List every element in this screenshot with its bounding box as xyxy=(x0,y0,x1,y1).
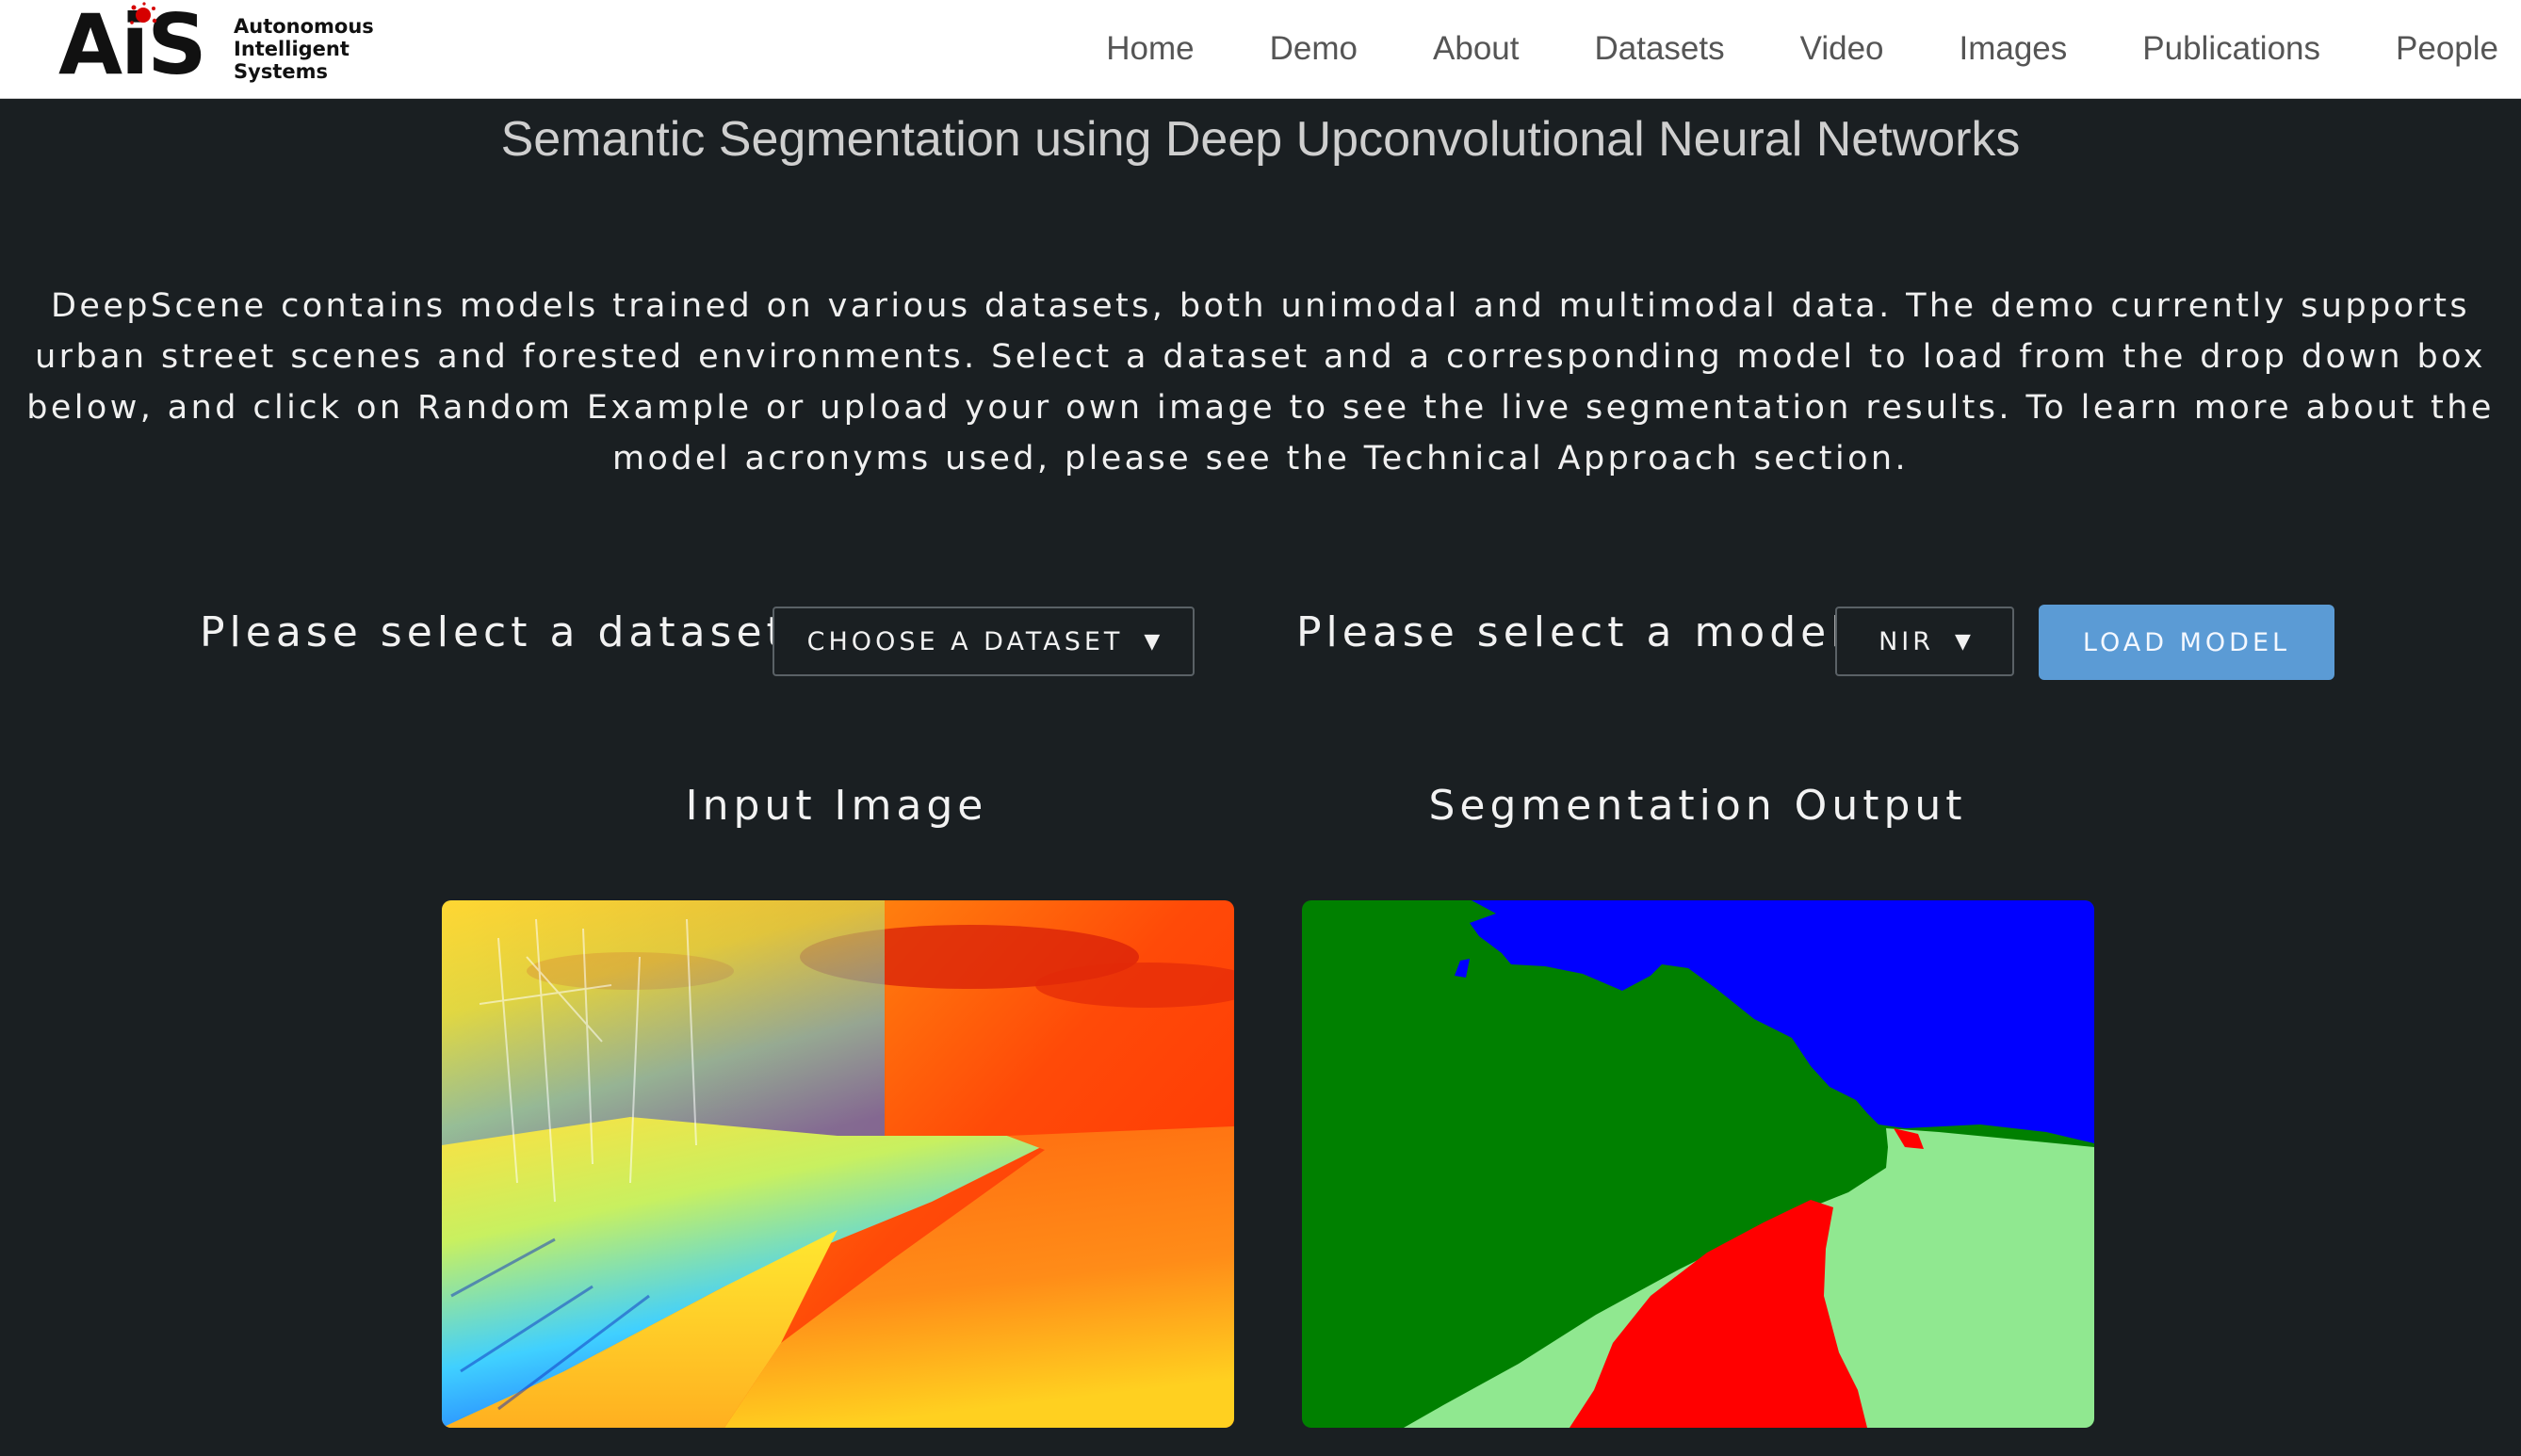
model-label: Please select a model: xyxy=(1296,608,1866,656)
segmentation-output-image xyxy=(1302,900,2094,1428)
logo-line: Systems xyxy=(234,60,328,83)
caret-down-icon: ▼ xyxy=(1955,629,1971,654)
logo-line: Intelligent xyxy=(234,38,350,60)
nav-people[interactable]: People xyxy=(2396,30,2498,68)
dataset-dropdown[interactable]: CHOOSE A DATASET ▼ xyxy=(773,607,1195,676)
nav-images[interactable]: Images xyxy=(1960,30,2068,68)
segmentation-output-title: Segmentation Output xyxy=(1428,782,1967,830)
input-image xyxy=(442,900,1234,1428)
dataset-label: Please select a dataset: xyxy=(200,608,806,656)
input-image-graphic xyxy=(442,900,1234,1428)
logo-splat-icon xyxy=(130,2,157,24)
ais-logo[interactable]: AiS Autonomous Intelligent Systems xyxy=(58,2,398,96)
nav-video[interactable]: Video xyxy=(1800,30,1884,68)
logo-line: Autonomous xyxy=(234,15,374,38)
load-model-button[interactable]: LOAD MODEL xyxy=(2039,605,2334,680)
model-dropdown[interactable]: NIR ▼ xyxy=(1835,607,2014,676)
dataset-dropdown-value: CHOOSE A DATASET xyxy=(806,626,1124,656)
page-title: Semantic Segmentation using Deep Upconvo… xyxy=(500,112,2021,167)
top-navbar: AiS Autonomous Intelligent Systems Home … xyxy=(0,0,2521,99)
input-image-title: Input Image xyxy=(685,782,988,830)
logo-text: Autonomous Intelligent Systems xyxy=(234,15,374,83)
intro-paragraph: DeepScene contains models trained on var… xyxy=(26,287,2495,477)
model-dropdown-value: NIR xyxy=(1879,626,1934,656)
nav-about[interactable]: About xyxy=(1433,30,1519,68)
caret-down-icon: ▼ xyxy=(1144,629,1161,654)
nav-demo[interactable]: Demo xyxy=(1270,30,1358,68)
nav-publications[interactable]: Publications xyxy=(2142,30,2320,68)
nav-datasets[interactable]: Datasets xyxy=(1594,30,1724,68)
main-nav: Home Demo About Datasets Video Images Pu… xyxy=(1031,0,2498,98)
nav-home[interactable]: Home xyxy=(1106,30,1194,68)
segmentation-output-graphic xyxy=(1302,900,2094,1428)
